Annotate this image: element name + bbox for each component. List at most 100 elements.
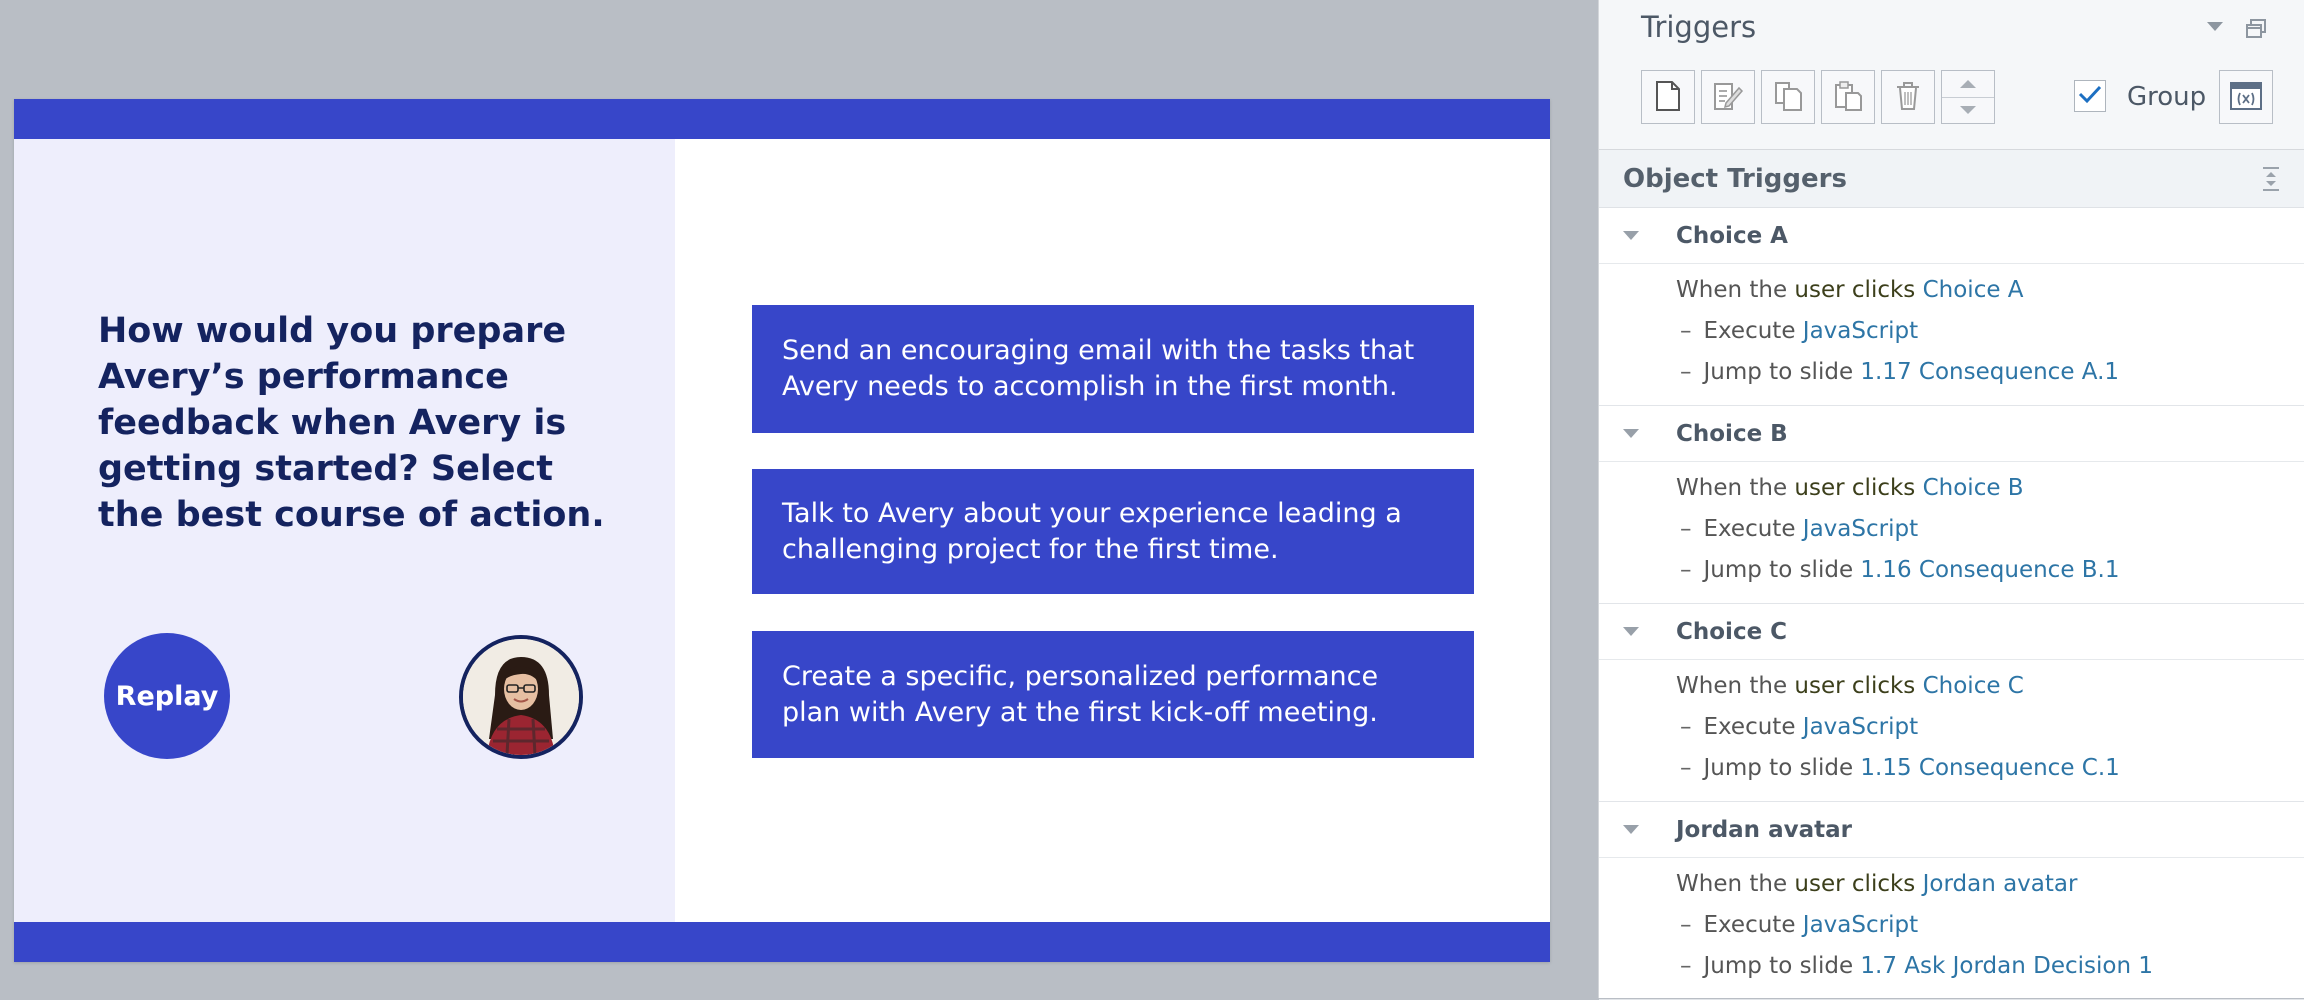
question-text: How would you prepare Avery’s performanc… [98,311,605,535]
execute-target-link[interactable]: JavaScript [1803,318,1918,344]
dash-icon: – [1680,359,1692,385]
choice-c-button[interactable]: Create a specific, personalized performa… [752,631,1474,758]
paste-icon [1832,80,1864,115]
jump-target-link[interactable]: 1.15 Consequence C.1 [1860,755,2119,781]
dash-icon: – [1680,953,1692,979]
object-triggers-header[interactable]: Object Triggers [1599,150,2304,208]
slide-top-band [14,99,1550,139]
triggers-panel: Triggers Group Object Triggers Choice A … [1598,0,2304,1000]
checkbox-check-icon [2078,84,2102,109]
trigger-action-jump[interactable]: – Jump to slide 1.16 Consequence B.1 [1680,557,2120,583]
trigger-group-title: Choice A [1676,223,1788,249]
trigger-object-link[interactable]: Choice A [1923,277,2024,303]
group-checkbox[interactable] [2074,80,2106,112]
new-trigger-icon [1654,80,1682,115]
copy-button[interactable] [1761,70,1815,124]
collapse-all-icon[interactable] [2261,166,2281,192]
trigger-group-row[interactable]: Choice C [1599,604,2304,660]
trigger-event-line: When the user clicks Choice B [1676,475,2024,501]
expand-caret-icon[interactable] [1623,429,1639,438]
edit-trigger-button[interactable] [1701,70,1755,124]
jump-target-link[interactable]: 1.7 Ask Jordan Decision 1 [1860,953,2153,979]
replay-button[interactable]: Replay [104,633,230,759]
trigger-action-jump[interactable]: – Jump to slide 1.17 Consequence A.1 [1680,359,2119,385]
choice-c-text: Create a specific, personalized performa… [782,660,1379,728]
action-verb: Jump to slide [1703,953,1854,979]
dash-icon: – [1680,714,1692,740]
slide-bottom-band [14,922,1550,962]
triggers-panel-header: Triggers Group [1599,0,2304,150]
edit-trigger-icon [1712,80,1744,115]
collapse-triangle-icon[interactable] [2207,22,2223,31]
section-title: Object Triggers [1623,164,1847,194]
action-verb: Execute [1703,318,1796,344]
trigger-event-line: When the user clicks Choice A [1676,277,2024,303]
move-up-down-button[interactable] [1941,70,1995,124]
action-verb: Jump to slide [1703,359,1854,385]
trigger-when-text: When the [1676,277,1788,303]
choice-a-text: Send an encouraging email with the tasks… [782,335,1415,402]
new-trigger-button[interactable] [1641,70,1695,124]
avatar-photo [463,639,579,755]
expand-caret-icon[interactable] [1623,825,1639,834]
trigger-group-jordan-avatar: Jordan avatar When the user clicks Jorda… [1599,802,2304,1000]
action-verb: Execute [1703,714,1796,740]
trigger-group-choice-c: Choice C When the user clicks Choice C –… [1599,604,2304,802]
trigger-action-jump[interactable]: – Jump to slide 1.7 Ask Jordan Decision 1 [1680,953,2153,979]
jordan-avatar[interactable] [459,635,583,759]
variables-button[interactable] [2219,70,2273,124]
trigger-user-keyword: user [1794,673,1845,699]
trigger-when-text: When the [1676,673,1788,699]
dash-icon: – [1680,516,1692,542]
trigger-user-keyword: user [1794,871,1845,897]
choice-b-button[interactable]: Talk to Avery about your experience lead… [752,469,1474,594]
slide: How would you prepare Avery’s performanc… [14,99,1550,962]
trigger-group-title: Jordan avatar [1676,817,1852,843]
move-down-icon [1942,96,1994,124]
choice-a-button[interactable]: Send an encouraging email with the tasks… [752,305,1474,433]
trigger-action-execute[interactable]: – Execute JavaScript [1680,516,1918,542]
jump-target-link[interactable]: 1.16 Consequence B.1 [1860,557,2119,583]
trigger-when-text: When the [1676,475,1788,501]
dash-icon: – [1680,557,1692,583]
trigger-action-jump[interactable]: – Jump to slide 1.15 Consequence C.1 [1680,755,2120,781]
action-verb: Execute [1703,912,1796,938]
trigger-clicks-keyword: clicks [1851,475,1916,501]
dash-icon: – [1680,318,1692,344]
trigger-event-line: When the user clicks Jordan avatar [1676,871,2077,897]
expand-caret-icon[interactable] [1623,627,1639,636]
variables-icon [2229,81,2263,114]
trigger-event-line: When the user clicks Choice C [1676,673,2024,699]
trigger-list: When the user clicks Choice A – Execute J… [1599,264,2304,405]
delete-button[interactable] [1881,70,1935,124]
delete-icon [1893,80,1923,115]
trigger-when-text: When the [1676,871,1788,897]
trigger-group-row[interactable]: Choice A [1599,208,2304,264]
execute-target-link[interactable]: JavaScript [1803,912,1918,938]
jump-target-link[interactable]: 1.17 Consequence A.1 [1860,359,2119,385]
trigger-group-row[interactable]: Jordan avatar [1599,802,2304,858]
group-label: Group [2127,82,2207,112]
trigger-group-title: Choice B [1676,421,1788,447]
triggers-toolbar [1641,70,1995,124]
trigger-group-row[interactable]: Choice B [1599,406,2304,462]
trigger-object-link[interactable]: Choice C [1923,673,2024,699]
trigger-object-link[interactable]: Jordan avatar [1923,871,2078,897]
trigger-user-keyword: user [1794,277,1845,303]
execute-target-link[interactable]: JavaScript [1803,516,1918,542]
trigger-group-title: Choice C [1676,619,1788,645]
trigger-action-execute[interactable]: – Execute JavaScript [1680,318,1918,344]
panel-title: Triggers [1641,10,1757,44]
restore-window-icon[interactable] [2245,18,2267,40]
trigger-list: When the user clicks Choice C – Execute J… [1599,660,2304,801]
trigger-clicks-keyword: clicks [1851,871,1916,897]
trigger-action-execute[interactable]: – Execute JavaScript [1680,912,1918,938]
dash-icon: – [1680,912,1692,938]
trigger-object-link[interactable]: Choice B [1923,475,2024,501]
action-verb: Execute [1703,516,1796,542]
trigger-action-execute[interactable]: – Execute JavaScript [1680,714,1918,740]
expand-caret-icon[interactable] [1623,231,1639,240]
dash-icon: – [1680,755,1692,781]
execute-target-link[interactable]: JavaScript [1803,714,1918,740]
paste-button[interactable] [1821,70,1875,124]
